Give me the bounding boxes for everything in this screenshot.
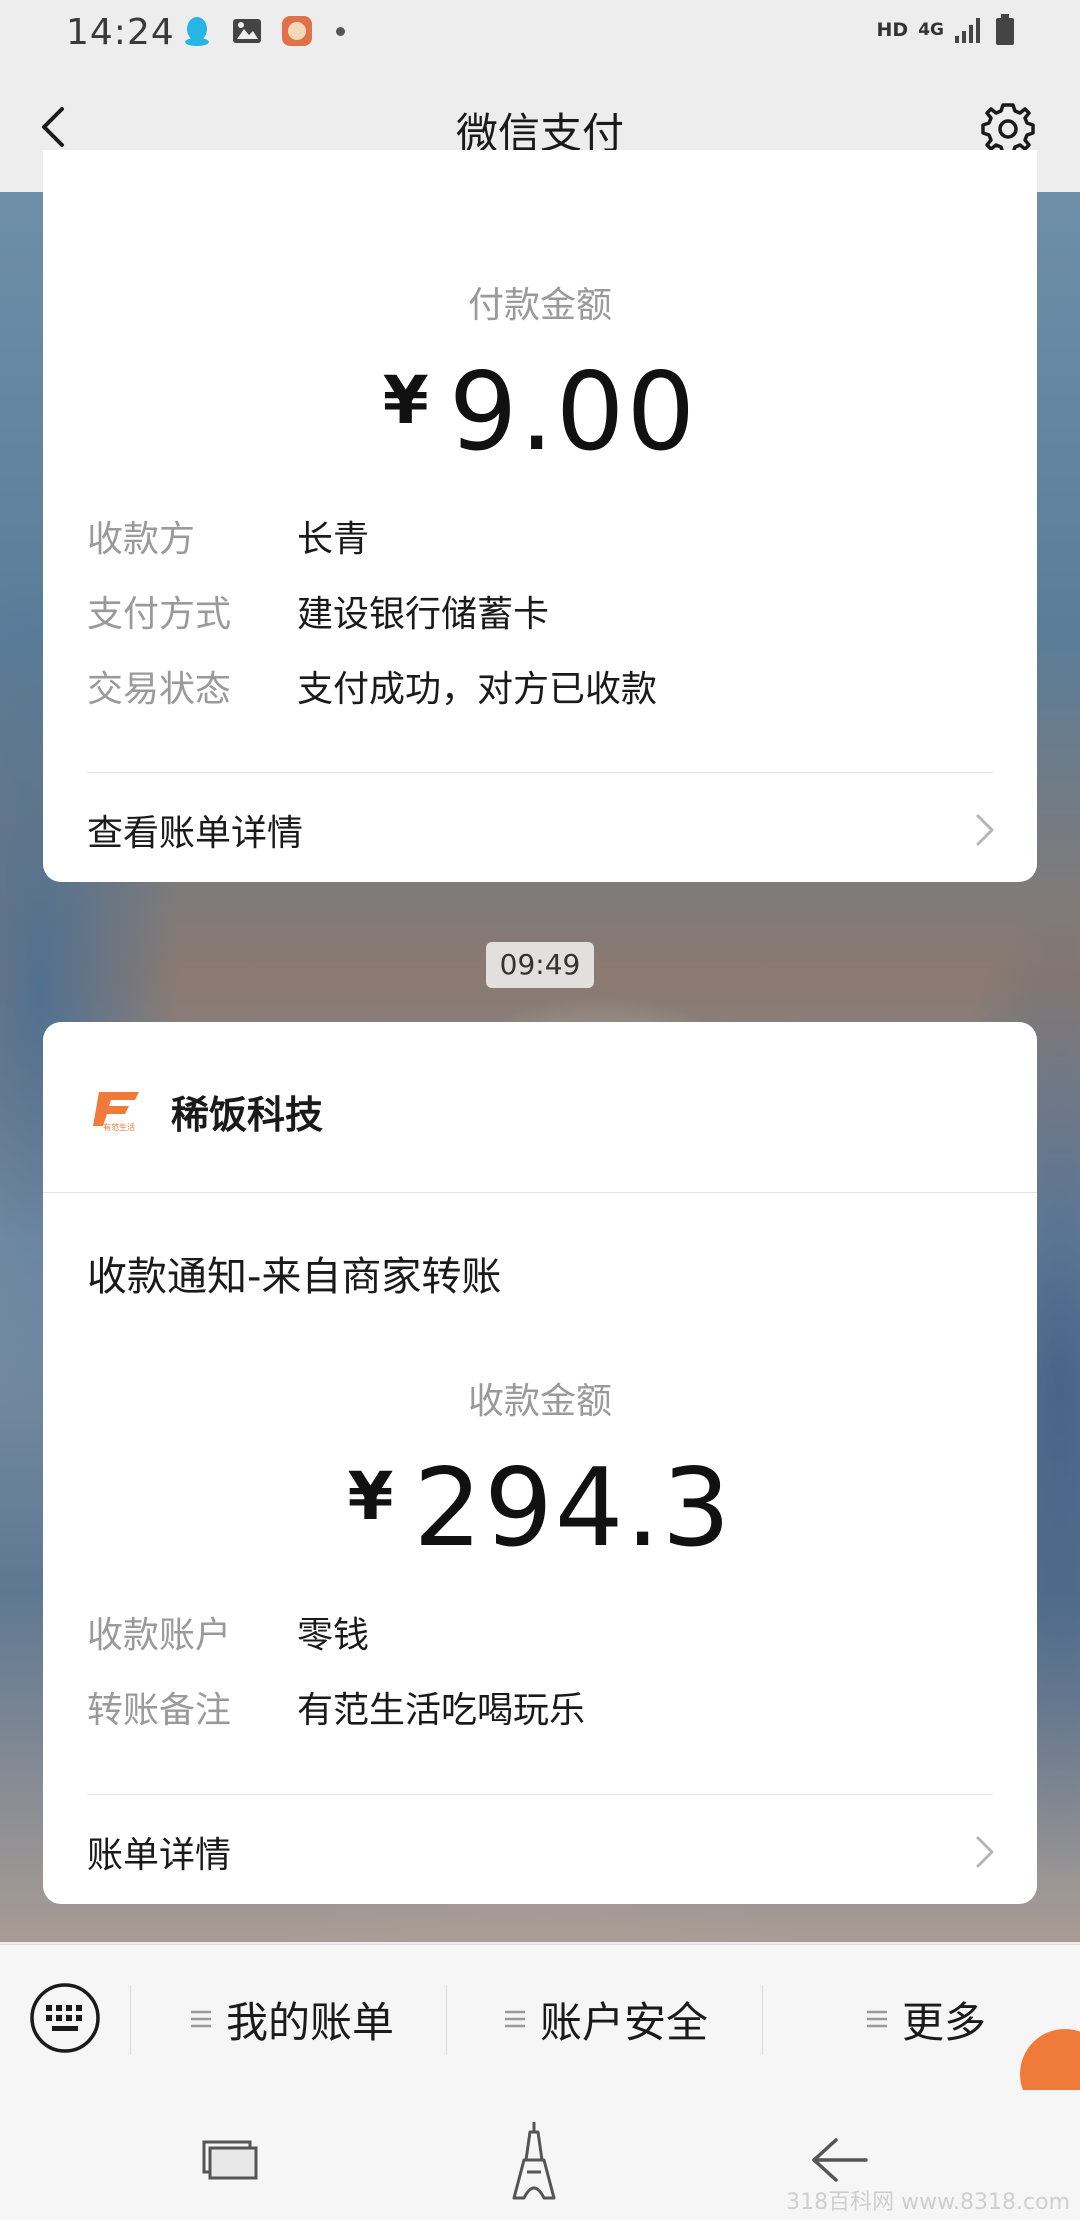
notification-icons — [180, 14, 345, 48]
payment-method-key: 支付方式 — [87, 594, 232, 635]
menu-more-label: 更多 — [902, 1997, 987, 2047]
payment-amount-label: 付款金额 — [467, 285, 612, 326]
recent-apps-icon[interactable] — [190, 2120, 270, 2200]
menu-my-bills-label: 我的账单 — [226, 1997, 395, 2047]
currency-symbol: ¥ — [347, 1458, 394, 1535]
payment-method-row: 支付方式 建设银行储蓄卡 — [87, 591, 549, 639]
qq-icon — [185, 17, 209, 46]
receiving-account-value: 零钱 — [297, 1615, 370, 1656]
transaction-status-row: 交易状态 支付成功，对方已收款 — [87, 666, 657, 714]
hd-label: HD — [876, 19, 909, 41]
signal-icon — [955, 18, 980, 43]
transfer-note-value: 有范生活吃喝玩乐 — [297, 1690, 586, 1731]
payment-method-value: 建设银行储蓄卡 — [297, 594, 550, 635]
receiving-account-key: 收款账户 — [87, 1615, 232, 1656]
menu-separator — [130, 1985, 131, 2055]
status-time: 14:24 — [66, 12, 175, 53]
chevron-right-icon — [976, 814, 994, 846]
battery-icon — [996, 14, 1014, 45]
menu-more[interactable]: 更多 — [866, 1989, 986, 2049]
view-bill-details-link[interactable]: 查看账单详情 — [87, 800, 997, 860]
status-bar: 14:24 HD 4G — [0, 0, 1080, 62]
system-nav-bar: 318百科网 www.8318.com — [0, 2090, 1080, 2220]
currency-symbol: ¥ — [382, 362, 429, 439]
payment-amount-value: 9.00 — [448, 350, 698, 475]
bill-details-label: 账单详情 — [87, 1835, 232, 1876]
merchant-name: 稀饭科技 — [171, 1093, 324, 1137]
chevron-right-icon — [976, 1836, 994, 1868]
receipt-card[interactable]: 有范生活 稀饭科技 收款通知-来自商家转账 收款金额 ¥294.3 收款账户 零… — [43, 1022, 1037, 1904]
transaction-status-key: 交易状态 — [87, 669, 232, 710]
notification-title: 收款通知-来自商家转账 — [87, 1254, 502, 1300]
receipt-amount: ¥294.3 — [43, 1446, 1037, 1571]
service-menu-bar: 我的账单 账户安全 更多 — [0, 1944, 1080, 2119]
menu-account-security-label: 账户安全 — [540, 1997, 709, 2047]
app-icon — [282, 16, 312, 46]
payee-row: 收款方 长青 — [87, 516, 369, 564]
menu-separator — [446, 1985, 447, 2055]
merchant-logo-icon: 有范生活 — [93, 1092, 139, 1132]
menu-lines-icon — [191, 2010, 211, 2028]
receiving-account-row: 收款账户 零钱 — [87, 1612, 369, 1660]
merchant-logo-text: 有范生活 — [103, 1122, 135, 1132]
network-type: 4G — [918, 20, 944, 40]
more-notifications-dot — [336, 26, 345, 36]
receipt-amount-value: 294.3 — [413, 1446, 733, 1571]
watermark: 318百科网 www.8318.com — [786, 2190, 1070, 2215]
status-right: HD 4G — [877, 14, 1016, 46]
view-bill-details-label: 查看账单详情 — [87, 813, 304, 854]
menu-lines-icon — [867, 2010, 887, 2028]
payment-amount: ¥9.00 — [43, 350, 1037, 475]
transfer-note-key: 转账备注 — [87, 1690, 232, 1731]
payee-value: 长青 — [297, 519, 370, 560]
bill-details-link[interactable]: 账单详情 — [87, 1822, 997, 1882]
keyboard-toggle-icon[interactable] — [28, 1981, 102, 2055]
payee-key: 收款方 — [87, 519, 196, 560]
menu-account-security[interactable]: 账户安全 — [504, 1989, 708, 2049]
transfer-note-row: 转账备注 有范生活吃喝玩乐 — [87, 1687, 585, 1735]
gallery-icon — [233, 19, 261, 43]
payment-card[interactable]: 付款金额 ¥9.00 收款方 长青 支付方式 建设银行储蓄卡 交易状态 支付成功… — [43, 150, 1037, 882]
menu-my-bills[interactable]: 我的账单 — [190, 1989, 394, 2049]
message-timestamp: 09:49 — [486, 942, 594, 988]
transaction-status-value: 支付成功，对方已收款 — [297, 669, 658, 710]
menu-lines-icon — [505, 2010, 525, 2028]
home-icon[interactable] — [494, 2120, 574, 2200]
receipt-amount-label: 收款金额 — [467, 1381, 612, 1422]
menu-separator — [762, 1985, 763, 2055]
card-divider — [87, 1794, 993, 1795]
card-divider — [87, 772, 993, 773]
merchant-divider — [43, 1192, 1037, 1193]
